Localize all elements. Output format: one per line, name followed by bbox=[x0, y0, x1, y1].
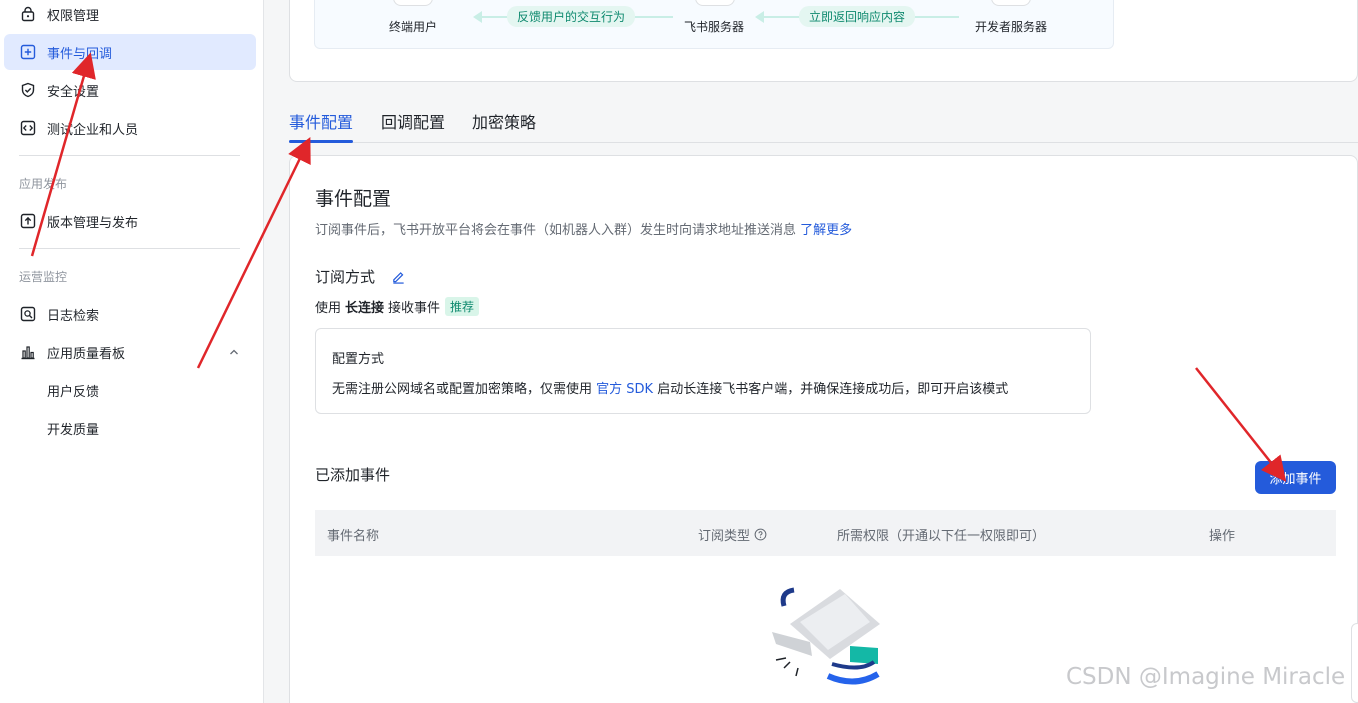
upload-icon bbox=[20, 213, 36, 229]
active-tab-indicator bbox=[289, 140, 353, 143]
flow-diagram: 终端用户 反馈用户的交互行为 飞书服务器 立即返回响应内容 开发者服务器 bbox=[314, 0, 1114, 49]
mode-name: 长连接 bbox=[345, 301, 385, 316]
learn-more-link[interactable]: 了解更多 bbox=[800, 223, 852, 238]
sidebar-item-events-callbacks[interactable]: 事件与回调 bbox=[4, 34, 256, 70]
column-actions: 操作 bbox=[1209, 529, 1236, 544]
sidebar-group-publish: 应用发布 bbox=[19, 177, 68, 191]
tab-bar: 事件配置 回调配置 加密策略 bbox=[289, 100, 1358, 143]
config-method-box: 配置方式 无需注册公网域名或配置加密策略，仅需使用 官方 SDK 启动长连接飞书… bbox=[315, 328, 1091, 414]
sidebar-item-security[interactable]: 安全设置 bbox=[4, 72, 256, 108]
user-node-icon bbox=[393, 0, 433, 6]
tab-event-config[interactable]: 事件配置 bbox=[289, 109, 353, 133]
lock-icon bbox=[20, 6, 36, 22]
config-method-text: 无需注册公网域名或配置加密策略，仅需使用 官方 SDK 启动长连接飞书客户端，并… bbox=[332, 378, 1008, 397]
plus-square-icon bbox=[20, 44, 36, 60]
section-title: 事件配置 bbox=[315, 188, 392, 210]
log-search-icon bbox=[20, 306, 36, 322]
sidebar-item-label: 版本管理与发布 bbox=[47, 215, 139, 231]
config-method-label: 配置方式 bbox=[332, 352, 385, 367]
recommend-badge: 推荐 bbox=[445, 297, 480, 316]
flow-node-user: 终端用户 bbox=[389, 20, 438, 34]
sidebar-item-label: 安全设置 bbox=[47, 84, 100, 100]
sidebar-group-monitor: 运营监控 bbox=[19, 270, 68, 284]
add-event-button[interactable]: 添加事件 bbox=[1255, 461, 1336, 494]
watermark: CSDN @Imagine Miracle bbox=[1066, 664, 1346, 690]
official-sdk-link[interactable]: 官方 SDK bbox=[596, 382, 653, 397]
flow-node-dev: 开发者服务器 bbox=[975, 20, 1048, 34]
subscribe-method: 订阅方式 bbox=[315, 266, 406, 287]
sidebar-divider bbox=[19, 248, 240, 249]
column-event-name: 事件名称 bbox=[327, 529, 380, 544]
subscribe-mode-line: 使用 长连接 接收事件 推荐 bbox=[315, 297, 480, 316]
feishu-server-icon bbox=[695, 0, 735, 6]
use-suffix: 接收事件 bbox=[388, 301, 441, 316]
shield-icon bbox=[20, 82, 36, 98]
sidebar-item-label: 应用质量看板 bbox=[47, 346, 126, 362]
empty-box-illustration bbox=[772, 587, 880, 685]
config-text-part: 无需注册公网域名或配置加密策略，仅需使用 bbox=[332, 382, 593, 397]
event-config-card: 事件配置 订阅事件后，飞书开放平台将会在事件（如机器人入群）发生时向请求地址推送… bbox=[289, 155, 1358, 703]
bar-chart-icon bbox=[20, 344, 36, 360]
dev-server-icon bbox=[991, 0, 1031, 6]
tab-callback-config[interactable]: 回调配置 bbox=[381, 109, 445, 133]
sidebar-item-logs[interactable]: 日志检索 bbox=[4, 296, 256, 332]
edit-icon[interactable] bbox=[391, 269, 406, 284]
sidebar-item-test-org[interactable]: 测试企业和人员 bbox=[4, 110, 256, 146]
sidebar-item-versions[interactable]: 版本管理与发布 bbox=[4, 203, 256, 239]
sidebar-item-label: 测试企业和人员 bbox=[47, 122, 139, 138]
added-events-title: 已添加事件 bbox=[315, 466, 391, 484]
events-table-header: 事件名称 订阅类型 所需权限（开通以下任一权限即可） 操作 bbox=[315, 510, 1336, 556]
chevron-up-icon[interactable] bbox=[228, 346, 240, 358]
sidebar-item-quality-board[interactable]: 应用质量看板 bbox=[4, 334, 256, 370]
sidebar-subitem-dev-quality[interactable]: 开发质量 bbox=[47, 410, 99, 446]
sidebar-item-label: 日志检索 bbox=[47, 308, 100, 324]
sidebar-item-label: 事件与回调 bbox=[47, 46, 113, 62]
column-subscribe-type: 订阅类型 bbox=[698, 525, 767, 544]
subscribe-method-title: 订阅方式 bbox=[315, 268, 376, 286]
sidebar-divider bbox=[19, 155, 240, 156]
flow-tag-feedback: 反馈用户的交互行为 bbox=[507, 6, 636, 27]
use-prefix: 使用 bbox=[315, 301, 342, 316]
column-required-permission: 所需权限（开通以下任一权限即可） bbox=[837, 529, 1046, 544]
sidebar-subitem-feedback[interactable]: 用户反馈 bbox=[47, 372, 99, 408]
flow-tag-return: 立即返回响应内容 bbox=[799, 6, 916, 27]
sidebar: 权限管理 事件与回调 安全设置 测试企业和人员 应用发布 版本管理与发布 运营监… bbox=[0, 0, 264, 703]
sidebar-item-label: 权限管理 bbox=[47, 8, 100, 24]
scrollbar[interactable] bbox=[1351, 623, 1358, 703]
description-text: 订阅事件后，飞书开放平台将会在事件（如机器人入群）发生时向请求地址推送消息 bbox=[315, 223, 797, 238]
section-description: 订阅事件后，飞书开放平台将会在事件（如机器人入群）发生时向请求地址推送消息 了解… bbox=[315, 219, 852, 238]
config-text-part: 启动长连接飞书客户端，并确保连接成功后，即可开启该模式 bbox=[657, 382, 1009, 397]
flow-node-feishu: 飞书服务器 bbox=[684, 20, 745, 34]
column-subscribe-type-label: 订阅类型 bbox=[698, 529, 751, 544]
sidebar-item-permissions[interactable]: 权限管理 bbox=[4, 0, 256, 32]
flow-card: 终端用户 反馈用户的交互行为 飞书服务器 立即返回响应内容 开发者服务器 bbox=[289, 0, 1358, 82]
code-icon bbox=[20, 120, 36, 136]
tab-encryption[interactable]: 加密策略 bbox=[472, 109, 536, 133]
help-icon[interactable] bbox=[754, 528, 767, 541]
